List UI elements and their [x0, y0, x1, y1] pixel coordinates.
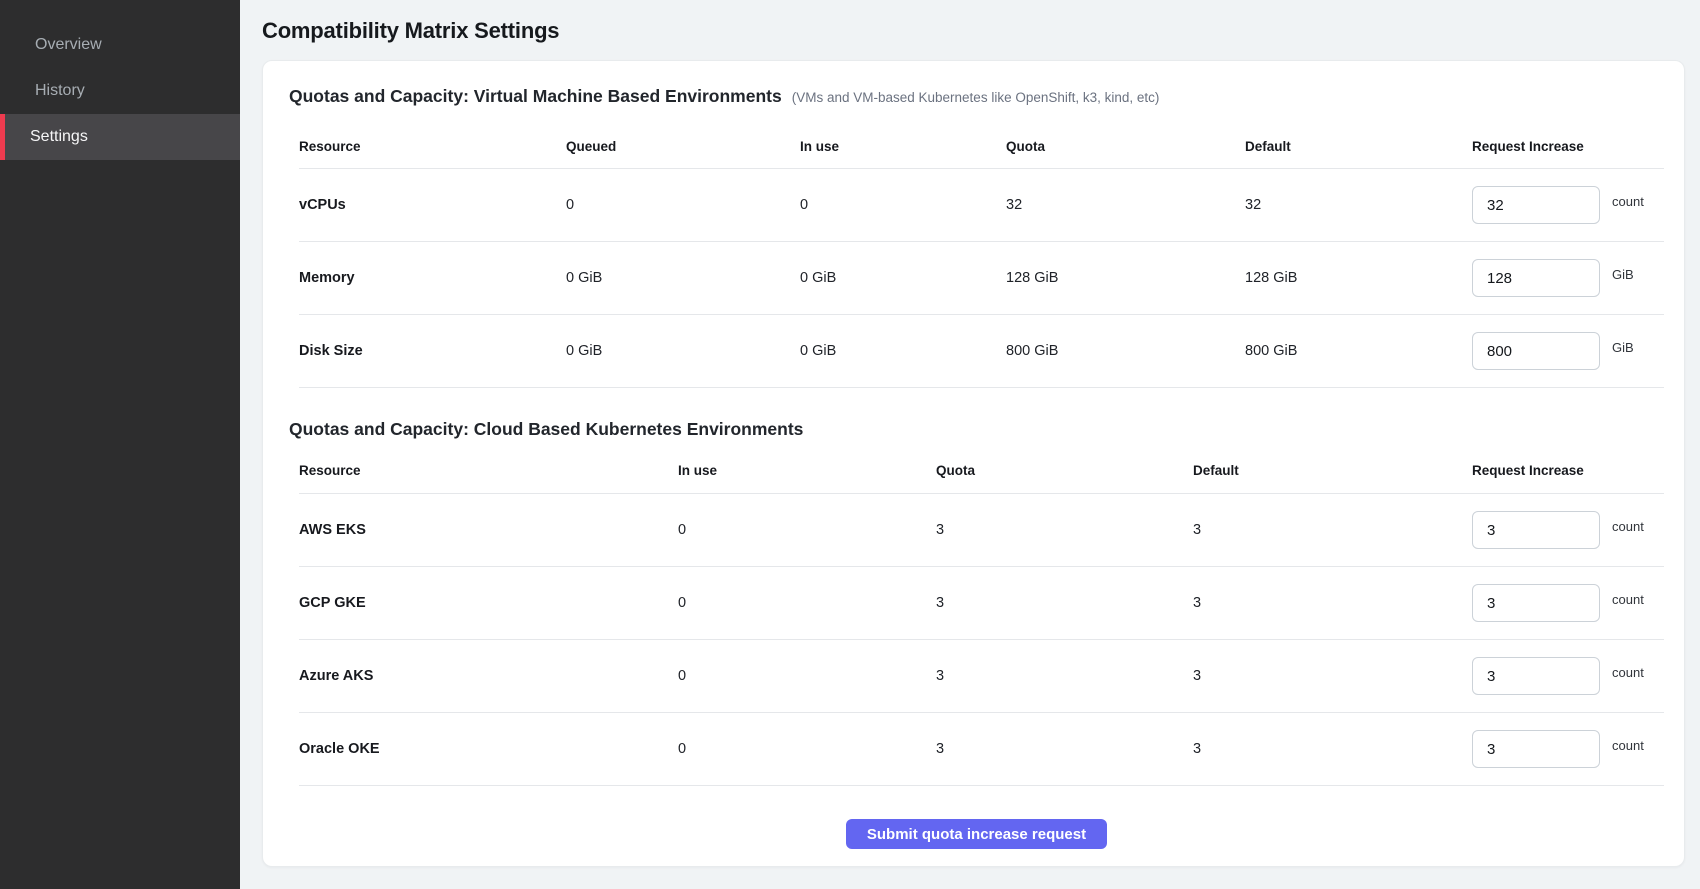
cell-quota: 3: [936, 522, 1193, 538]
sidebar-item-label: Settings: [30, 128, 88, 146]
column-header: Request Increase: [1472, 139, 1664, 154]
cell-in-use: 0: [678, 595, 936, 611]
unit-label: count: [1612, 665, 1644, 680]
table-row: Azure AKS033count: [299, 640, 1664, 713]
sidebar-item-history[interactable]: History: [0, 68, 240, 114]
column-header: Quota: [936, 463, 1193, 478]
table-row: AWS EKS033count: [299, 494, 1664, 567]
cell-quota: 128 GiB: [1006, 270, 1245, 286]
k8s-quota-table: ResourceIn useQuotaDefaultRequest Increa…: [289, 448, 1664, 786]
unit-label: count: [1612, 194, 1644, 209]
unit-label: GiB: [1612, 340, 1634, 355]
cell-quota: 3: [936, 595, 1193, 611]
sidebar-item-overview[interactable]: Overview: [0, 22, 240, 68]
column-header: In use: [800, 139, 1006, 154]
sidebar-item-label: Overview: [35, 36, 102, 54]
unit-label: count: [1612, 519, 1644, 534]
cell-queued: 0 GiB: [566, 270, 800, 286]
request-increase-input[interactable]: [1472, 511, 1600, 549]
cell-default: 800 GiB: [1245, 343, 1472, 359]
cell-quota: 3: [936, 668, 1193, 684]
request-increase-cell: count: [1472, 730, 1664, 768]
table-row: vCPUs003232count: [299, 169, 1664, 242]
column-header: Quota: [1006, 139, 1245, 154]
cell-resource: GCP GKE: [299, 595, 678, 611]
cell-quota: 800 GiB: [1006, 343, 1245, 359]
page-title: Compatibility Matrix Settings: [262, 18, 1685, 44]
submit-button-row: Submit quota increase request: [289, 819, 1664, 849]
cell-resource: Oracle OKE: [299, 741, 678, 757]
unit-label: count: [1612, 592, 1644, 607]
vm-section-subtitle: (VMs and VM-based Kubernetes like OpenSh…: [792, 90, 1160, 105]
column-header: In use: [678, 463, 936, 478]
sidebar: Overview History Settings: [0, 0, 240, 889]
cell-default: 3: [1193, 595, 1472, 611]
cell-in-use: 0: [678, 668, 936, 684]
unit-label: count: [1612, 738, 1644, 753]
cell-resource: Memory: [299, 270, 566, 286]
cell-queued: 0 GiB: [566, 343, 800, 359]
column-header: Queued: [566, 139, 800, 154]
k8s-section-title: Quotas and Capacity: Cloud Based Kuberne…: [289, 418, 803, 440]
column-header: Default: [1193, 463, 1472, 478]
vm-section-header: Quotas and Capacity: Virtual Machine Bas…: [289, 85, 1664, 107]
cell-in-use: 0 GiB: [800, 343, 1006, 359]
request-increase-cell: count: [1472, 511, 1664, 549]
k8s-section-header: Quotas and Capacity: Cloud Based Kuberne…: [289, 418, 1664, 440]
table-row: Disk Size0 GiB0 GiB800 GiB800 GiBGiB: [299, 315, 1664, 388]
sidebar-nav: Overview History Settings: [0, 22, 240, 160]
cell-resource: Azure AKS: [299, 668, 678, 684]
cell-queued: 0: [566, 197, 800, 213]
vm-section-title: Quotas and Capacity: Virtual Machine Bas…: [289, 85, 782, 107]
k8s-table-header-row: ResourceIn useQuotaDefaultRequest Increa…: [299, 448, 1664, 494]
cell-default: 128 GiB: [1245, 270, 1472, 286]
request-increase-cell: count: [1472, 186, 1664, 224]
k8s-table-body: AWS EKS033countGCP GKE033countAzure AKS0…: [299, 494, 1664, 786]
request-increase-cell: GiB: [1472, 259, 1664, 297]
cell-resource: Disk Size: [299, 343, 566, 359]
vm-quota-table: ResourceQueuedIn useQuotaDefaultRequest …: [289, 125, 1664, 388]
cell-in-use: 0: [800, 197, 1006, 213]
request-increase-cell: GiB: [1472, 332, 1664, 370]
table-row: GCP GKE033count: [299, 567, 1664, 640]
request-increase-input[interactable]: [1472, 259, 1600, 297]
table-row: Oracle OKE033count: [299, 713, 1664, 786]
request-increase-input[interactable]: [1472, 186, 1600, 224]
vm-table-header-row: ResourceQueuedIn useQuotaDefaultRequest …: [299, 125, 1664, 169]
request-increase-cell: count: [1472, 584, 1664, 622]
request-increase-cell: count: [1472, 657, 1664, 695]
table-row: Memory0 GiB0 GiB128 GiB128 GiBGiB: [299, 242, 1664, 315]
settings-card: Quotas and Capacity: Virtual Machine Bas…: [262, 60, 1685, 867]
cell-in-use: 0 GiB: [800, 270, 1006, 286]
request-increase-input[interactable]: [1472, 332, 1600, 370]
sidebar-item-label: History: [35, 82, 85, 100]
submit-quota-increase-button[interactable]: Submit quota increase request: [846, 819, 1107, 849]
cell-default: 3: [1193, 741, 1472, 757]
sidebar-item-settings[interactable]: Settings: [0, 114, 240, 160]
unit-label: GiB: [1612, 267, 1634, 282]
column-header: Resource: [299, 463, 678, 478]
column-header: Resource: [299, 139, 566, 154]
vm-table-body: vCPUs003232countMemory0 GiB0 GiB128 GiB1…: [299, 169, 1664, 388]
cell-quota: 32: [1006, 197, 1245, 213]
request-increase-input[interactable]: [1472, 584, 1600, 622]
request-increase-input[interactable]: [1472, 657, 1600, 695]
main-content: Compatibility Matrix Settings Quotas and…: [240, 0, 1700, 889]
cell-default: 3: [1193, 522, 1472, 538]
cell-default: 3: [1193, 668, 1472, 684]
cell-quota: 3: [936, 741, 1193, 757]
cell-in-use: 0: [678, 741, 936, 757]
column-header: Default: [1245, 139, 1472, 154]
cell-resource: AWS EKS: [299, 522, 678, 538]
column-header: Request Increase: [1472, 463, 1664, 478]
cell-default: 32: [1245, 197, 1472, 213]
request-increase-input[interactable]: [1472, 730, 1600, 768]
cell-in-use: 0: [678, 522, 936, 538]
cell-resource: vCPUs: [299, 197, 566, 213]
